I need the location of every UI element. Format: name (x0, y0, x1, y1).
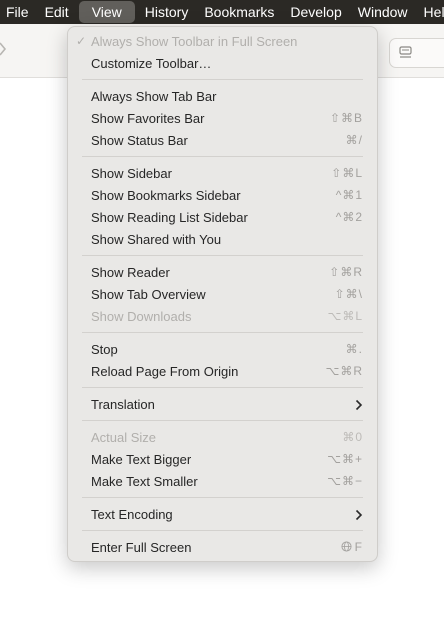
menu-item-show-favorites-bar[interactable]: Show Favorites Bar ⇧⌘B (68, 108, 377, 130)
shortcut-key: F (354, 540, 363, 554)
menu-item-label: Show Shared with You (91, 232, 222, 247)
menu-item-shortcut: ⌥⌘L (327, 309, 363, 323)
menu-item-label: Customize Toolbar… (91, 56, 212, 71)
menu-item-show-reader[interactable]: Show Reader ⇧⌘R (68, 262, 377, 284)
menu-item-label: Stop (91, 342, 118, 357)
menu-item-label: Make Text Bigger (91, 452, 192, 467)
menu-item-always-show-toolbar: ✓ Always Show Toolbar in Full Screen (68, 31, 377, 53)
menu-item-shortcut: ^⌘1 (335, 188, 363, 202)
menu-item-label: Show Favorites Bar (91, 111, 205, 126)
checkmark-icon: ✓ (76, 34, 87, 48)
menu-item-always-show-tab-bar[interactable]: Always Show Tab Bar (68, 86, 377, 108)
menu-separator (82, 79, 363, 80)
chevron-right-icon (355, 509, 363, 521)
menu-item-label: Enter Full Screen (91, 540, 192, 555)
menu-item-label: Reload Page From Origin (91, 364, 239, 379)
menu-item-label: Make Text Smaller (91, 474, 198, 489)
globe-icon (341, 541, 352, 552)
menu-separator (82, 332, 363, 333)
menu-item-actual-size: Actual Size ⌘0 (68, 427, 377, 449)
menu-item-label: Show Sidebar (91, 166, 172, 181)
menubar-edit[interactable]: Edit (37, 0, 77, 24)
menubar: File Edit View History Bookmarks Develop… (0, 0, 444, 24)
menu-separator (82, 530, 363, 531)
menubar-file[interactable]: File (0, 0, 37, 24)
menu-item-reload-page-from-origin[interactable]: Reload Page From Origin ⌥⌘R (68, 361, 377, 383)
menu-item-show-tab-overview[interactable]: Show Tab Overview ⇧⌘\ (68, 284, 377, 306)
menu-item-label: Text Encoding (91, 507, 173, 522)
menu-item-shortcut: ⌘0 (342, 430, 363, 444)
menu-item-label: Always Show Tab Bar (91, 89, 217, 104)
menu-item-shortcut: ⇧⌘B (329, 111, 363, 125)
menubar-help[interactable]: Help (416, 0, 444, 24)
menu-item-shortcut: ^⌘2 (335, 210, 363, 224)
sidebar-icon (399, 46, 412, 58)
menu-separator (82, 156, 363, 157)
menu-item-show-status-bar[interactable]: Show Status Bar ⌘/ (68, 130, 377, 152)
menu-item-shortcut: ⇧⌘R (329, 265, 363, 279)
menu-item-customize-toolbar[interactable]: Customize Toolbar… (68, 53, 377, 75)
menu-item-show-reading-list-sidebar[interactable]: Show Reading List Sidebar ^⌘2 (68, 207, 377, 229)
sidebar-toggle-button[interactable] (389, 38, 444, 68)
menu-item-label: Translation (91, 397, 155, 412)
menu-item-label: Show Tab Overview (91, 287, 206, 302)
menubar-window[interactable]: Window (350, 0, 416, 24)
menu-item-enter-full-screen[interactable]: Enter Full Screen F (68, 537, 377, 559)
menu-item-make-text-smaller[interactable]: Make Text Smaller ⌥⌘− (68, 471, 377, 493)
view-menu: ✓ Always Show Toolbar in Full Screen Cus… (67, 26, 378, 562)
menubar-develop[interactable]: Develop (282, 0, 349, 24)
menu-item-label: Show Downloads (91, 309, 192, 324)
menubar-view[interactable]: View (78, 1, 135, 23)
menubar-bookmarks[interactable]: Bookmarks (196, 0, 282, 24)
menu-item-shortcut: F (341, 540, 363, 554)
menu-item-show-shared-with-you[interactable]: Show Shared with You (68, 229, 377, 251)
menu-item-label: Show Status Bar (91, 133, 188, 148)
menu-separator (82, 255, 363, 256)
menu-item-shortcut: ⇧⌘L (331, 166, 363, 180)
menu-item-label: Show Reading List Sidebar (91, 210, 248, 225)
menu-item-show-sidebar[interactable]: Show Sidebar ⇧⌘L (68, 163, 377, 185)
menu-item-shortcut: ⌥⌘+ (327, 452, 363, 466)
menu-item-shortcut: ⇧⌘\ (334, 287, 363, 301)
menu-item-shortcut: ⌥⌘R (325, 364, 363, 378)
menu-item-shortcut: ⌘. (345, 342, 363, 356)
menu-separator (82, 497, 363, 498)
menu-item-shortcut: ⌘/ (345, 133, 363, 147)
menu-item-label: Show Reader (91, 265, 170, 280)
menubar-history[interactable]: History (137, 0, 197, 24)
menu-item-show-bookmarks-sidebar[interactable]: Show Bookmarks Sidebar ^⌘1 (68, 185, 377, 207)
menu-item-show-downloads: Show Downloads ⌥⌘L (68, 306, 377, 328)
menu-item-label: Actual Size (91, 430, 157, 445)
menu-item-label: Show Bookmarks Sidebar (91, 188, 241, 203)
menu-separator (82, 420, 363, 421)
chevron-right-icon (355, 399, 363, 411)
menu-separator (82, 387, 363, 388)
menu-item-shortcut: ⌥⌘− (327, 474, 363, 488)
menu-item-label: Always Show Toolbar in Full Screen (91, 34, 298, 49)
menu-item-stop[interactable]: Stop ⌘. (68, 339, 377, 361)
menu-item-translation[interactable]: Translation (68, 394, 377, 416)
menu-item-text-encoding[interactable]: Text Encoding (68, 504, 377, 526)
menu-item-make-text-bigger[interactable]: Make Text Bigger ⌥⌘+ (68, 449, 377, 471)
back-chevron-icon[interactable] (0, 42, 10, 56)
